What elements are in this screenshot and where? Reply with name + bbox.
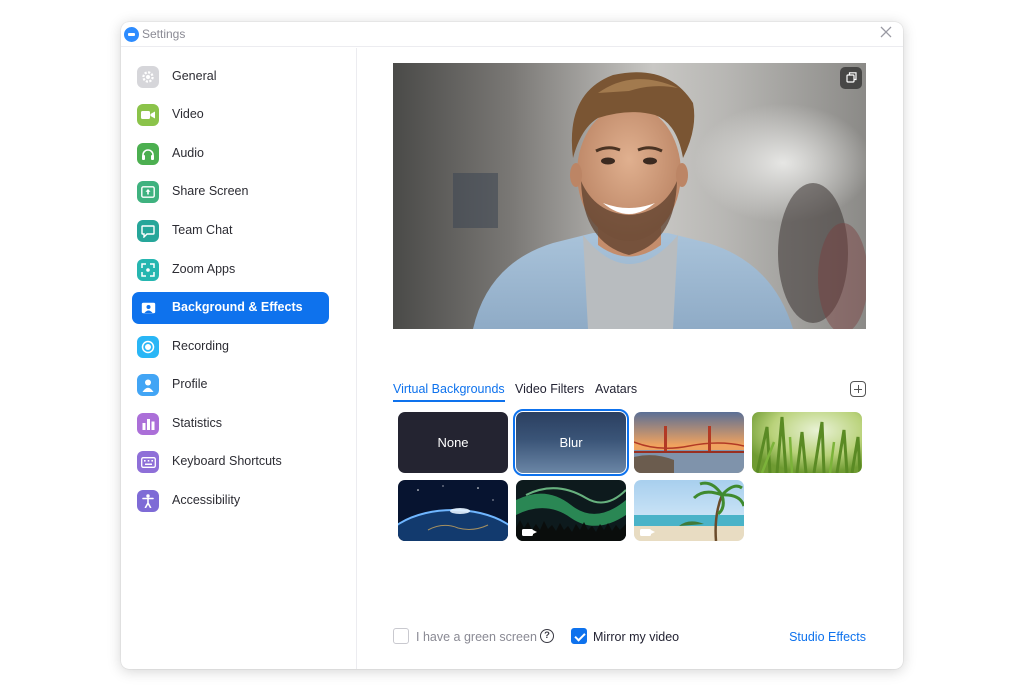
sidebar-item-label: Statistics (172, 416, 223, 430)
sidebar-item-profile[interactable]: Profile (132, 369, 329, 401)
mirror-video-label: Mirror my video (593, 630, 680, 644)
sidebar-item-recording[interactable]: Recording (132, 331, 329, 363)
sidebar-item-label: Accessibility (172, 493, 241, 507)
tile-label: None (437, 435, 469, 450)
earth-from-space-image (398, 480, 508, 541)
help-icon[interactable]: ? (540, 629, 554, 643)
person-video-image (453, 72, 866, 329)
tab-avatars[interactable]: Avatars (595, 382, 637, 400)
apps-icon (137, 259, 159, 281)
background-tile-aurora[interactable] (516, 480, 626, 541)
sidebar-item-label: Background & Effects (172, 300, 303, 314)
mirror-video-checkbox[interactable] (571, 628, 587, 644)
green-screen-checkbox[interactable] (393, 628, 409, 644)
green-screen-label: I have a green screen (416, 630, 537, 644)
golden-gate-image (634, 412, 744, 473)
record-icon (137, 336, 159, 358)
studio-effects-link[interactable]: Studio Effects (789, 630, 866, 644)
settings-sidebar: General Video Audio Share Screen Team Ch (121, 48, 357, 669)
bar-chart-icon (137, 413, 159, 435)
sidebar-item-general[interactable]: General (132, 61, 329, 93)
keyboard-icon (137, 451, 159, 473)
sidebar-item-zoom-apps[interactable]: Zoom Apps (132, 254, 329, 286)
background-tile-golden-gate[interactable] (634, 412, 744, 473)
background-tile-earth[interactable] (398, 480, 508, 541)
sidebar-item-label: Audio (172, 146, 204, 160)
sidebar-item-audio[interactable]: Audio (132, 138, 329, 170)
sidebar-item-label: Zoom Apps (172, 262, 236, 276)
sidebar-item-label: General (172, 69, 217, 83)
sidebar-item-statistics[interactable]: Statistics (132, 408, 329, 440)
sidebar-item-background-effects[interactable]: Background & Effects (132, 292, 329, 324)
background-tile-blur[interactable]: Blur (513, 409, 629, 476)
sidebar-item-label: Video (172, 107, 204, 121)
chat-bubble-icon (137, 220, 159, 242)
title-bar: Settings (121, 22, 903, 47)
copy-preview-button[interactable] (840, 67, 862, 89)
sidebar-item-label: Keyboard Shortcuts (172, 454, 282, 468)
copy-icon (846, 72, 857, 83)
sidebar-item-label: Profile (172, 377, 208, 391)
sidebar-item-share-screen[interactable]: Share Screen (132, 176, 329, 208)
headphones-icon (137, 143, 159, 165)
add-background-button[interactable] (850, 381, 866, 397)
video-camera-icon (640, 529, 655, 536)
sidebar-item-label: Share Screen (172, 184, 249, 198)
sidebar-item-keyboard-shortcuts[interactable]: Keyboard Shortcuts (132, 446, 329, 478)
share-screen-icon (137, 181, 159, 203)
video-camera-icon (522, 529, 537, 536)
close-button[interactable] (878, 26, 894, 42)
gear-icon (137, 66, 159, 88)
accessibility-icon (137, 490, 159, 512)
tab-video-filters[interactable]: Video Filters (515, 382, 584, 400)
tab-virtual-backgrounds[interactable]: Virtual Backgrounds (393, 382, 505, 402)
background-tile-none[interactable]: None (398, 412, 508, 473)
close-icon (880, 26, 892, 38)
person-icon (137, 374, 159, 396)
zoom-logo-icon (124, 27, 139, 42)
sidebar-item-video[interactable]: Video (132, 99, 329, 131)
grass-image (752, 412, 862, 473)
sidebar-item-accessibility[interactable]: Accessibility (132, 485, 329, 517)
background-tile-grass[interactable] (752, 412, 862, 473)
sidebar-item-label: Recording (172, 339, 229, 353)
settings-window: Settings General Video Audio Share Scree… (121, 22, 903, 669)
window-title: Settings (142, 27, 186, 41)
camera-preview (393, 63, 866, 329)
sidebar-item-team-chat[interactable]: Team Chat (132, 215, 329, 247)
background-options: I have a green screen ? Mirror my video … (393, 628, 866, 648)
tile-label: Blur (559, 435, 583, 450)
background-tile-beach[interactable] (634, 480, 744, 541)
sidebar-item-label: Team Chat (172, 223, 233, 237)
background-icon (137, 297, 159, 319)
video-camera-icon (137, 104, 159, 126)
